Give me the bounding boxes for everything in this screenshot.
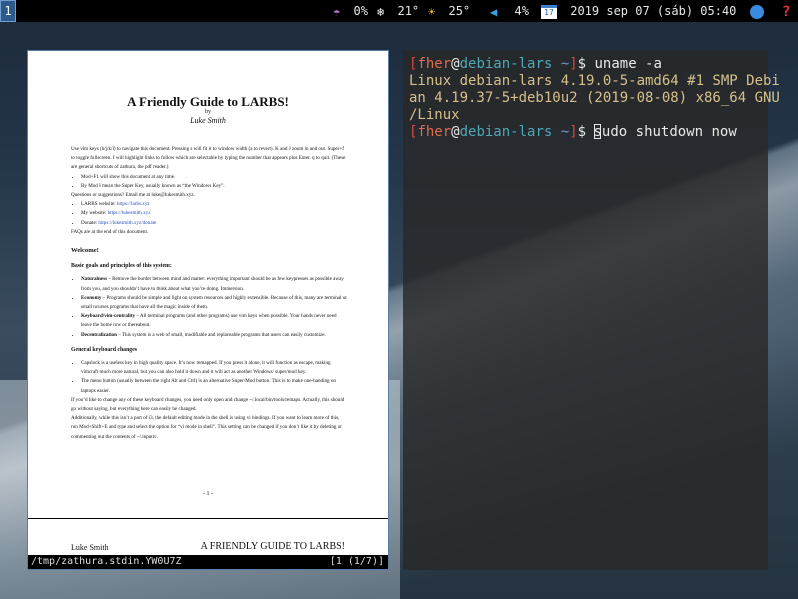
pdf-viewer-window[interactable]: A Friendly Guide to LARBS! by Luke Smith…: [27, 50, 389, 570]
status-bar: 1 ☂ 0% ❄ 21° ☀ 25° ◀ 4% 17 2019 sep 07 (…: [0, 0, 798, 22]
links-list: LARBS website: https://larbs.xyz My webs…: [71, 200, 347, 228]
snowflake-icon: ❄: [377, 4, 385, 19]
command-output: Linux debian-lars 4.19.0-5-amd64 #1 SMP …: [409, 73, 780, 123]
donate-link[interactable]: https://lukesmith.xyz/donate: [98, 220, 156, 226]
next-page-header-author: Luke Smith: [71, 543, 109, 552]
larbs-link[interactable]: https://larbs.xyz: [117, 201, 150, 207]
list-item: LARBS website: https://larbs.xyz: [81, 200, 347, 209]
document-by: by: [205, 109, 211, 115]
document-title: A Friendly Guide to LARBS!: [127, 94, 289, 109]
network-status[interactable]: [750, 0, 764, 22]
list-item: My website: https://lukesmith.xyz: [81, 209, 347, 218]
page-separator: [28, 518, 388, 519]
principles-list: Naturalness – Remove the border between …: [71, 275, 347, 339]
command-input[interactable]: s: [593, 124, 601, 140]
basic-goals-heading: Basic goals and principles of this syste…: [71, 263, 172, 270]
next-page-header-title: A FRIENDLY GUIDE TO LARBS!: [200, 541, 345, 552]
rain-status: ☂ 0%: [333, 0, 368, 22]
questions-line: Questions or suggestions? Email me at lu…: [71, 192, 195, 199]
temp-high-status: ☀ 25°: [428, 0, 470, 22]
terminal-window[interactable]: [fher@debian-lars ~]$ uname -a Linux deb…: [403, 50, 780, 570]
list-item: Decentralization – This system is a web …: [81, 331, 347, 340]
list-item: Naturalness – Remove the border between …: [81, 275, 347, 293]
list-item: Capslock is a useless key in high qualit…: [81, 359, 347, 377]
intro-paragraph: Use vim keys (h/j/k/l) to navigate this …: [71, 146, 346, 171]
help-status[interactable]: ?: [782, 0, 790, 22]
calendar-icon: 17: [541, 4, 557, 19]
globe-icon: [750, 4, 764, 19]
sun-icon: ☀: [428, 4, 436, 19]
terminal-content[interactable]: [fher@debian-lars ~]$ uname -a Linux deb…: [409, 56, 780, 141]
file-path: /tmp/zathura.stdin.YW0U7Z: [31, 556, 182, 567]
document-author: Luke Smith: [190, 116, 226, 125]
website-link[interactable]: https://lukesmith.xyz: [108, 210, 151, 216]
page-indicator: [1 (1/7)]: [329, 556, 384, 567]
keyboard-paragraph: If you’d like to change any of these key…: [71, 396, 345, 413]
keyboard-list: Capslock is a useless key in high qualit…: [71, 359, 347, 396]
list-item: Keyboard/vim-centrality – All terminal p…: [81, 312, 347, 330]
vi-mode-paragraph: Additionally, while this isn’t a part of…: [71, 415, 342, 440]
temp-low-status: ❄ 21°: [377, 0, 419, 22]
faq-line: FAQs are at the end of this document.: [71, 228, 149, 235]
prompt-line[interactable]: [fher@debian-lars ~]$ sudo shutdown now: [409, 124, 767, 141]
clock-status[interactable]: 17 2019 sep 07 (sáb) 05:40: [541, 0, 736, 22]
list-item: Economy – Programs should be simple and …: [81, 294, 347, 312]
intro-bullets: Mod+F1 will show this document at any ti…: [71, 173, 347, 191]
list-item: The menu button (usually between the rig…: [81, 377, 347, 395]
command-text: uname -a: [594, 56, 662, 72]
zathura-statusbar: /tmp/zathura.stdin.YW0U7Z [1 (1/7)]: [28, 555, 388, 569]
page-number: - 1 -: [203, 491, 213, 497]
volume-icon: ◀: [490, 4, 498, 19]
help-icon: ?: [782, 3, 791, 20]
welcome-heading: Welcome!: [71, 247, 99, 255]
list-item: Mod+F1 will show this document at any ti…: [81, 173, 347, 182]
volume-status[interactable]: ◀ 4%: [490, 0, 529, 22]
workspace-indicator[interactable]: 1: [0, 0, 16, 22]
pdf-page[interactable]: A Friendly Guide to LARBS! by Luke Smith…: [28, 51, 388, 556]
list-item: Donate: https://lukesmith.xyz/donate: [81, 219, 347, 228]
keyboard-changes-heading: General keyboard changes: [71, 346, 138, 353]
umbrella-icon: ☂: [333, 4, 341, 19]
prompt-line: [fher@debian-lars ~]$ uname -a: [409, 56, 662, 72]
list-item: By Mod I mean the Super Key, usually kno…: [81, 182, 347, 191]
document-body: Use vim keys (h/j/k/l) to navigate this …: [71, 145, 347, 442]
